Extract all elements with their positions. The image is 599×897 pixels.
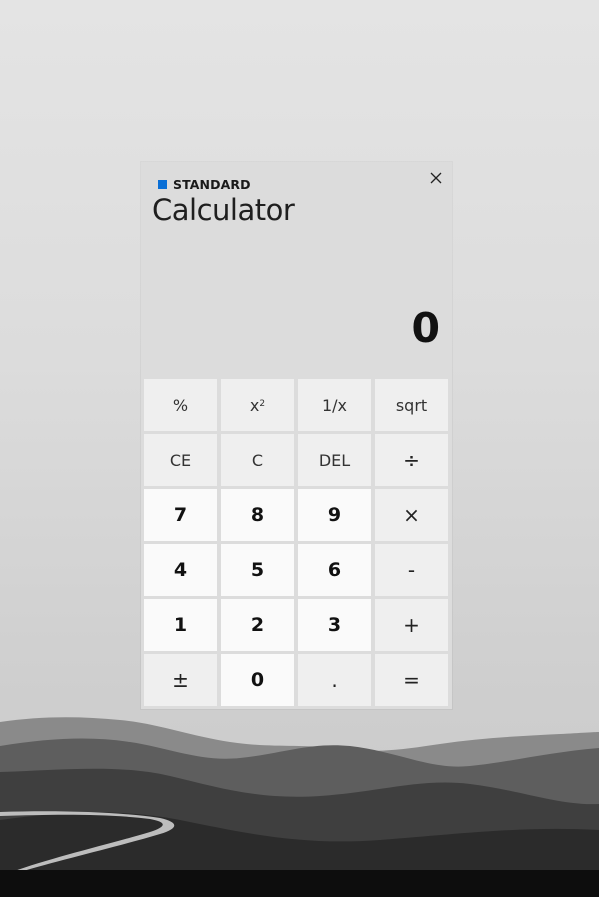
key-label: 5	[250, 559, 265, 581]
equals-button[interactable]: =	[375, 654, 448, 706]
key-label: =	[403, 668, 420, 692]
negate-button[interactable]: ±	[144, 654, 217, 706]
key-label: 1	[173, 614, 188, 636]
digit-6-button[interactable]: 6	[298, 544, 371, 596]
key-label: sqrt	[395, 395, 428, 415]
divide-button[interactable]: ÷	[375, 434, 448, 486]
result-display: 0	[411, 304, 440, 352]
digit-9-button[interactable]: 9	[298, 489, 371, 541]
delete-button[interactable]: DEL	[298, 434, 371, 486]
digit-5-button[interactable]: 5	[221, 544, 294, 596]
key-label: 1/x	[321, 395, 348, 415]
key-label: ÷	[403, 448, 420, 472]
digit-7-button[interactable]: 7	[144, 489, 217, 541]
digit-3-button[interactable]: 3	[298, 599, 371, 651]
mode-square-icon	[158, 179, 167, 189]
key-label: 4	[173, 559, 188, 581]
key-label: ±	[172, 668, 189, 692]
key-label: 8	[250, 504, 265, 526]
window-title: Calculator	[152, 193, 295, 227]
desktop: STANDARD Calculator 0 % x 2 1/x sqrt CE C DEL ÷ 7…	[0, 0, 599, 897]
key-label: x	[249, 395, 260, 415]
key-label: .	[331, 668, 338, 692]
calculator-window: STANDARD Calculator 0 % x 2 1/x sqrt CE C DEL ÷ 7…	[141, 162, 452, 709]
key-label: -	[407, 558, 416, 582]
digit-4-button[interactable]: 4	[144, 544, 217, 596]
mode-label: STANDARD	[173, 176, 251, 192]
mode-indicator[interactable]: STANDARD	[158, 176, 251, 192]
keypad: % x 2 1/x sqrt CE C DEL ÷ 7 8 9 × 4 5 6-1 2 3 + ±0. =	[144, 379, 449, 706]
key-label: ×	[403, 503, 420, 527]
key-label: %	[172, 395, 189, 415]
key-label: 3	[327, 614, 342, 636]
digit-2-button[interactable]: 2	[221, 599, 294, 651]
multiply-button[interactable]: ×	[375, 489, 448, 541]
digit-8-button[interactable]: 8	[221, 489, 294, 541]
key-label: DEL	[318, 450, 351, 470]
key-label: 7	[173, 504, 188, 526]
clear-button[interactable]: C	[221, 434, 294, 486]
digit-1-button[interactable]: 1	[144, 599, 217, 651]
key-label: C	[251, 450, 264, 470]
percent-button[interactable]: %	[144, 379, 217, 431]
key-label: 6	[327, 559, 342, 581]
key-superscript: 2	[259, 399, 266, 409]
key-label: CE	[169, 450, 192, 470]
key-label: 0	[250, 669, 265, 691]
square-button[interactable]: x2	[221, 379, 294, 431]
key-label: 2	[250, 614, 265, 636]
sqrt-button[interactable]: sqrt	[375, 379, 448, 431]
digit-0-button[interactable]: 0	[221, 654, 294, 706]
close-icon	[430, 172, 442, 184]
key-label: 9	[327, 504, 342, 526]
subtract-button[interactable]: -	[375, 544, 448, 596]
add-button[interactable]: +	[375, 599, 448, 651]
key-label: +	[403, 613, 420, 637]
decimal-button[interactable]: .	[298, 654, 371, 706]
close-button[interactable]	[425, 167, 447, 189]
taskbar	[0, 870, 599, 897]
clear-entry-button[interactable]: CE	[144, 434, 217, 486]
reciprocal-button[interactable]: 1/x	[298, 379, 371, 431]
